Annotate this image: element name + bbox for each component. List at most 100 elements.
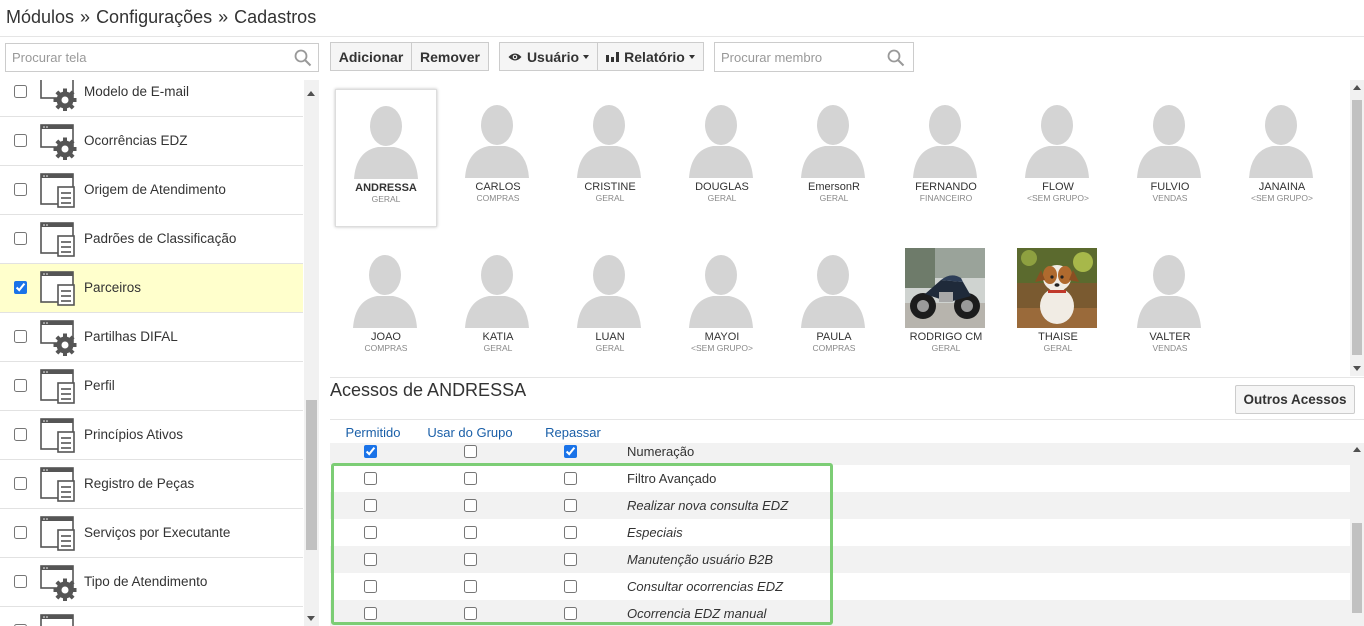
repassar-checkbox[interactable] [564, 526, 577, 539]
member-name: JOAO [371, 331, 401, 343]
usar-do-grupo-checkbox[interactable] [464, 499, 477, 512]
screen-list-item[interactable]: Tipo de Atendimento [0, 558, 303, 607]
screen-list-item[interactable]: Partilhas DIFAL [0, 313, 303, 362]
screen-list-item[interactable]: Parceiros [0, 264, 303, 313]
repassar-checkbox[interactable] [564, 472, 577, 485]
repassar-checkbox[interactable] [564, 553, 577, 566]
screen-search-input[interactable] [6, 44, 276, 71]
screen-checkbox[interactable] [14, 85, 27, 98]
repassar-checkbox[interactable] [564, 607, 577, 620]
screen-checkbox[interactable] [14, 477, 27, 490]
member-card[interactable]: JANAINA <SEM GRUPO> [1231, 89, 1333, 227]
screen-list-item[interactable]: Padrões de Classificação [0, 215, 303, 264]
form-window-icon [40, 467, 78, 503]
screen-list-item-label: Tipo de Atendimento [84, 574, 208, 589]
scroll-up-arrow-icon[interactable] [1353, 85, 1361, 90]
user-avatar-icon [681, 248, 761, 328]
screen-checkbox[interactable] [14, 183, 27, 196]
search-icon[interactable] [294, 49, 312, 67]
access-row: Ocorrencia EDZ manual [330, 600, 1350, 626]
breadcrumb-modulos[interactable]: Módulos [6, 7, 74, 27]
usar-do-grupo-checkbox[interactable] [464, 526, 477, 539]
usar-do-grupo-checkbox[interactable] [464, 580, 477, 593]
permitido-checkbox[interactable] [364, 445, 377, 458]
screen-checkbox[interactable] [14, 526, 27, 539]
permitido-checkbox[interactable] [364, 526, 377, 539]
member-name: CARLOS [475, 181, 521, 193]
permitido-checkbox[interactable] [364, 607, 377, 620]
other-access-button[interactable]: Outros Acessos [1235, 385, 1355, 414]
user-dropdown-button[interactable]: Usuário [499, 42, 598, 71]
members-scrollbar[interactable] [1350, 80, 1364, 376]
screen-checkbox[interactable] [14, 379, 27, 392]
member-card[interactable]: CRISTINE GERAL [559, 89, 661, 227]
screen-list-item[interactable] [0, 607, 303, 626]
scroll-up-arrow-icon[interactable] [1353, 447, 1361, 452]
member-card[interactable]: FERNANDO FINANCEIRO [895, 89, 997, 227]
member-card[interactable]: RODRIGO CM GERAL [895, 239, 997, 377]
remove-button[interactable]: Remover [411, 42, 489, 71]
permitido-checkbox[interactable] [364, 553, 377, 566]
chevron-down-icon [688, 54, 695, 59]
screen-list-item[interactable]: Princípios Ativos [0, 411, 303, 460]
member-card[interactable]: PAULA COMPRAS [783, 239, 885, 377]
permitido-checkbox[interactable] [364, 580, 377, 593]
screen-list-item[interactable]: Serviços por Executante [0, 509, 303, 558]
screen-checkbox[interactable] [14, 575, 27, 588]
member-card[interactable]: EmersonR GERAL [783, 89, 885, 227]
usar-do-grupo-checkbox[interactable] [464, 607, 477, 620]
add-button[interactable]: Adicionar [330, 42, 412, 71]
access-row-label: Realizar nova consulta EDZ [627, 498, 789, 513]
member-card[interactable]: JOAO COMPRAS [335, 239, 437, 377]
permitido-checkbox[interactable] [364, 499, 377, 512]
permitido-checkbox[interactable] [364, 472, 377, 485]
column-header-permitido[interactable]: Permitido [342, 425, 404, 440]
screen-checkbox[interactable] [14, 232, 27, 245]
screen-list-item[interactable]: Registro de Peças [0, 460, 303, 509]
report-dropdown-button[interactable]: Relatório [597, 42, 704, 71]
screen-list-item[interactable]: Perfil [0, 362, 303, 411]
usar-do-grupo-checkbox[interactable] [464, 472, 477, 485]
access-row-label: Ocorrencia EDZ manual [627, 606, 767, 621]
member-card[interactable]: THAISE GERAL [1007, 239, 1109, 377]
screen-list-item-label: Ocorrências EDZ [84, 133, 188, 148]
column-header-usar-do-grupo[interactable]: Usar do Grupo [420, 425, 520, 440]
member-card[interactable]: DOUGLAS GERAL [671, 89, 773, 227]
member-card[interactable]: CARLOS COMPRAS [447, 89, 549, 227]
breadcrumb-configuracoes[interactable]: Configurações [96, 7, 212, 27]
usar-do-grupo-checkbox[interactable] [464, 553, 477, 566]
member-card[interactable]: LUAN GERAL [559, 239, 661, 377]
screen-checkbox[interactable] [14, 281, 27, 294]
member-card[interactable]: VALTER VENDAS [1119, 239, 1221, 377]
usar-do-grupo-checkbox[interactable] [464, 445, 477, 458]
repassar-checkbox[interactable] [564, 445, 577, 458]
repassar-checkbox[interactable] [564, 580, 577, 593]
column-header-repassar[interactable]: Repassar [540, 425, 606, 440]
screen-list-item[interactable]: Origem de Atendimento [0, 166, 303, 215]
search-icon[interactable] [887, 49, 905, 67]
scroll-down-arrow-icon[interactable] [307, 616, 315, 621]
user-avatar-icon [681, 98, 761, 178]
screen-list-item[interactable]: Modelo de E-mail [0, 80, 303, 117]
scroll-up-arrow-icon[interactable] [307, 91, 315, 96]
access-scrollbar[interactable] [1350, 443, 1364, 626]
member-group: VENDAS [1152, 193, 1188, 203]
screen-checkbox[interactable] [14, 134, 27, 147]
screen-list-item[interactable]: Ocorrências EDZ [0, 117, 303, 166]
repassar-checkbox[interactable] [564, 499, 577, 512]
member-card[interactable]: FLOW <SEM GRUPO> [1007, 89, 1109, 227]
screen-checkbox[interactable] [14, 428, 27, 441]
scroll-down-arrow-icon[interactable] [1353, 366, 1361, 371]
scrollbar-thumb[interactable] [1352, 100, 1362, 355]
form-window-icon [40, 418, 78, 454]
member-card[interactable]: KATIA GERAL [447, 239, 549, 377]
member-card[interactable]: FULVIO VENDAS [1119, 89, 1221, 227]
screen-checkbox[interactable] [14, 330, 27, 343]
member-card[interactable]: ANDRESSA GERAL [335, 89, 437, 227]
scrollbar-thumb[interactable] [1352, 523, 1362, 613]
member-search-input[interactable] [715, 43, 880, 71]
screen-list-item-label: Padrões de Classificação [84, 231, 237, 246]
member-card[interactable]: MAYOI <SEM GRUPO> [671, 239, 773, 377]
scrollbar-thumb[interactable] [306, 400, 317, 550]
screen-list-scrollbar[interactable] [304, 80, 319, 626]
